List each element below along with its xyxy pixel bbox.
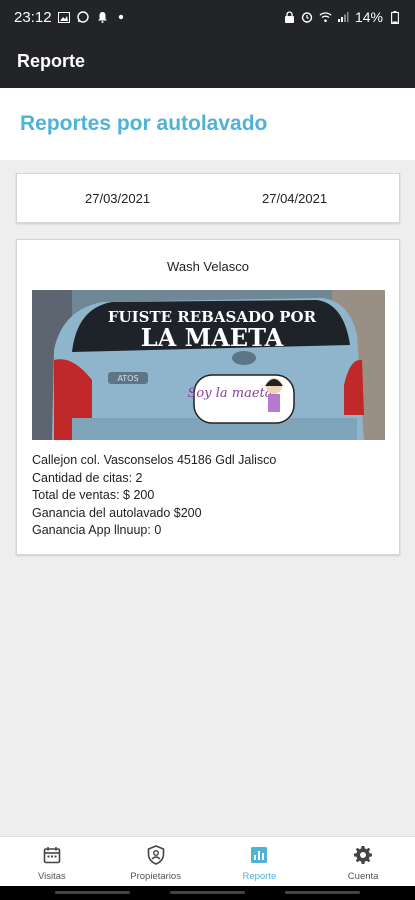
nav-label-reporte: Reporte — [242, 871, 277, 882]
sticker-text: Soy la maeta — [188, 386, 273, 401]
car-badge: ATOS — [117, 374, 138, 383]
page-title: Reportes por autolavado — [20, 112, 268, 135]
whatsapp-icon — [77, 11, 90, 23]
app-earnings: Ganancia App llnuup: 0 — [32, 523, 162, 537]
report-details: Callejon col. Vasconselos 45186 Gdl Jali… — [32, 452, 276, 540]
shield-user-icon — [145, 844, 167, 866]
appointments-count: Cantidad de citas: 2 — [32, 470, 143, 485]
alarm-icon — [301, 11, 314, 23]
nav-label-propietarios: Propietarios — [130, 871, 181, 882]
image-notification-icon — [58, 11, 71, 23]
bottom-nav: Visitas Propietarios Reporte Cuenta — [0, 836, 415, 886]
bell-icon — [96, 11, 109, 23]
gesture-pill-left — [55, 891, 130, 894]
wifi-icon — [319, 11, 332, 23]
gesture-pill-right — [285, 891, 360, 894]
calendar-icon — [41, 844, 63, 866]
bar-chart-icon — [248, 844, 270, 866]
nav-item-reporte[interactable]: Reporte — [208, 837, 312, 886]
gesture-bar — [0, 886, 415, 900]
app-bar: Reporte — [0, 34, 415, 88]
app-title: Reporte — [17, 50, 86, 71]
battery-percent: 14% — [354, 9, 383, 25]
carwash-photo: FUISTE REBASADO POR LA MAETA ATOS Soy la… — [32, 290, 385, 440]
carwash-name: Wash Velasco — [167, 259, 249, 274]
start-date-picker[interactable]: 27/03/2021 — [85, 191, 150, 206]
total-sales: Total de ventas: $ 200 — [32, 488, 155, 502]
banner-line-2: LA MAETA — [141, 323, 284, 352]
carwash-earnings: Ganancia del autolavado $200 — [32, 505, 202, 520]
gear-icon — [352, 844, 374, 866]
nav-item-visitas[interactable]: Visitas — [0, 837, 104, 886]
nav-item-propietarios[interactable]: Propietarios — [104, 837, 208, 886]
nav-item-cuenta[interactable]: Cuenta — [311, 837, 415, 886]
status-time: 23:12 — [14, 8, 52, 26]
page-header: Reportes por autolavado — [0, 88, 415, 160]
report-card[interactable]: Wash Velasco FUISTE REBASADO POR LA MAET… — [16, 239, 400, 555]
nav-label-cuenta: Cuenta — [347, 871, 379, 882]
dot-icon — [115, 11, 128, 23]
battery-icon — [388, 10, 401, 24]
signal-icon — [337, 11, 350, 23]
date-range-card: 27/03/2021 27/04/2021 — [16, 173, 400, 223]
nav-label-visitas: Visitas — [37, 871, 66, 882]
gesture-pill-center — [170, 891, 245, 894]
end-date-picker[interactable]: 27/04/2021 — [262, 191, 327, 206]
address-text: Callejon col. Vasconselos 45186 Gdl Jali… — [32, 453, 277, 467]
status-bar: 23:12 14% — [0, 0, 415, 34]
lock-icon — [283, 11, 296, 23]
